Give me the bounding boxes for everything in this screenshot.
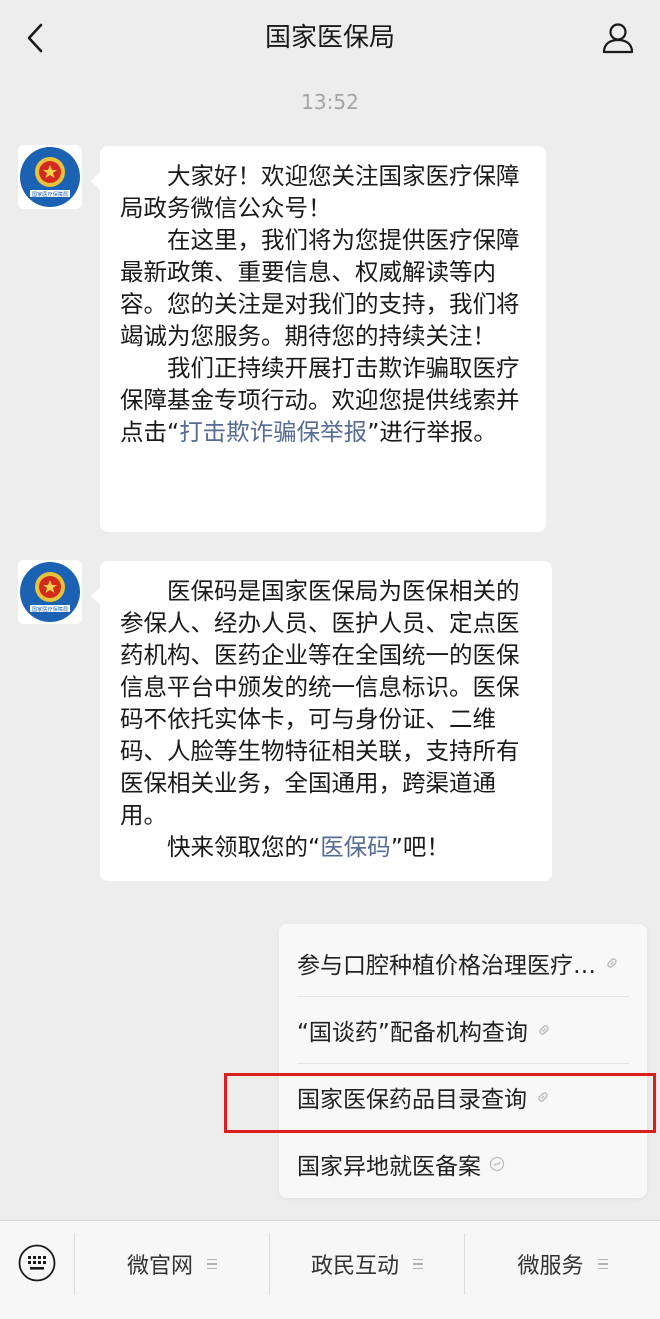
menu-item-label: “国谈药”配备机构查询 xyxy=(297,1020,528,1046)
service-menu-popup: 参与口腔种植价格治理医疗… “国谈药”配备机构查询 国家医保药品目录查询 国家异… xyxy=(279,924,647,1198)
fraud-report-link[interactable]: 打击欺诈骗保举报 xyxy=(179,418,367,446)
tab-public-interaction[interactable]: 政民互动 xyxy=(270,1239,464,1289)
keyboard-icon xyxy=(18,1244,56,1282)
link-icon xyxy=(539,1025,549,1035)
message-paragraph: 在这里，我们将为您提供医疗保障最新政策、重要信息、权威解读等内容。您的关注是对我… xyxy=(120,226,520,350)
menu-item-label: 国家异地就医备案 xyxy=(297,1154,481,1180)
national-emblem-icon: 国家医疗保障局 xyxy=(18,560,82,624)
message-paragraph: 我们正持续开展打击欺诈骗取医疗保障基金专项行动。欢迎您提供线索并点击“打击欺诈骗… xyxy=(120,352,528,448)
tab-micro-website[interactable]: 微官网 xyxy=(75,1239,269,1289)
seal-text: 国家医疗保障局 xyxy=(32,605,68,613)
top-bar: 国家医保局 xyxy=(0,0,660,76)
message-text: ”吧！ xyxy=(390,833,450,861)
miniprogram-icon xyxy=(489,1156,505,1172)
menu-item-cross-region-filing[interactable]: 国家异地就医备案 xyxy=(297,1131,629,1197)
profile-button[interactable] xyxy=(598,18,638,58)
message-paragraph: 医保码是国家医保局为医保相关的参保人、经办人员、医护人员、定点医药机构、医药企业… xyxy=(120,577,520,829)
medical-code-link[interactable]: 医保码 xyxy=(320,833,391,861)
highlight-box xyxy=(224,1073,656,1133)
submenu-icon xyxy=(413,1258,423,1270)
message-text: ”进行举报。 xyxy=(367,418,497,446)
tab-label: 微服务 xyxy=(517,1254,584,1279)
message-paragraph: 快来领取您的“医保码”吧！ xyxy=(120,831,534,863)
person-icon xyxy=(602,23,634,54)
message-bubble: 大家好！欢迎您关注国家医疗保障局政务微信公众号！ 在这里，我们将为您提供医疗保障… xyxy=(91,146,546,532)
national-emblem-icon: 国家医疗保障局 xyxy=(18,145,82,209)
message-text: 快来领取您的“ xyxy=(167,833,321,861)
menu-item-negotiated-drug-lookup[interactable]: “国谈药”配备机构查询 xyxy=(297,997,629,1063)
message-timestamp: 13:52 xyxy=(301,90,359,114)
tab-label: 微官网 xyxy=(126,1254,193,1279)
tab-label: 政民互动 xyxy=(310,1254,399,1279)
account-avatar[interactable]: 国家医疗保障局 xyxy=(18,145,82,209)
message-bubble: 医保码是国家医保局为医保相关的参保人、经办人员、医护人员、定点医药机构、医药企业… xyxy=(91,561,552,881)
link-icon xyxy=(607,958,617,968)
message-paragraph: 大家好！欢迎您关注国家医疗保障局政务微信公众号！ xyxy=(120,162,520,222)
menu-item-label: 参与口腔种植价格治理医疗… xyxy=(297,953,596,979)
bottom-menu-bar: 微官网 政民互动 微服务 xyxy=(0,1220,660,1319)
account-avatar[interactable]: 国家医疗保障局 xyxy=(18,560,82,624)
keyboard-toggle-button[interactable] xyxy=(18,1244,56,1282)
menu-item-dental-implant-pricing[interactable]: 参与口腔种植价格治理医疗… xyxy=(297,930,629,996)
seal-text: 国家医疗保障局 xyxy=(32,190,68,198)
submenu-icon xyxy=(597,1258,608,1270)
tab-micro-services[interactable]: 微服务 xyxy=(465,1239,660,1289)
page-title: 国家医保局 xyxy=(264,23,395,53)
submenu-icon xyxy=(207,1258,217,1270)
